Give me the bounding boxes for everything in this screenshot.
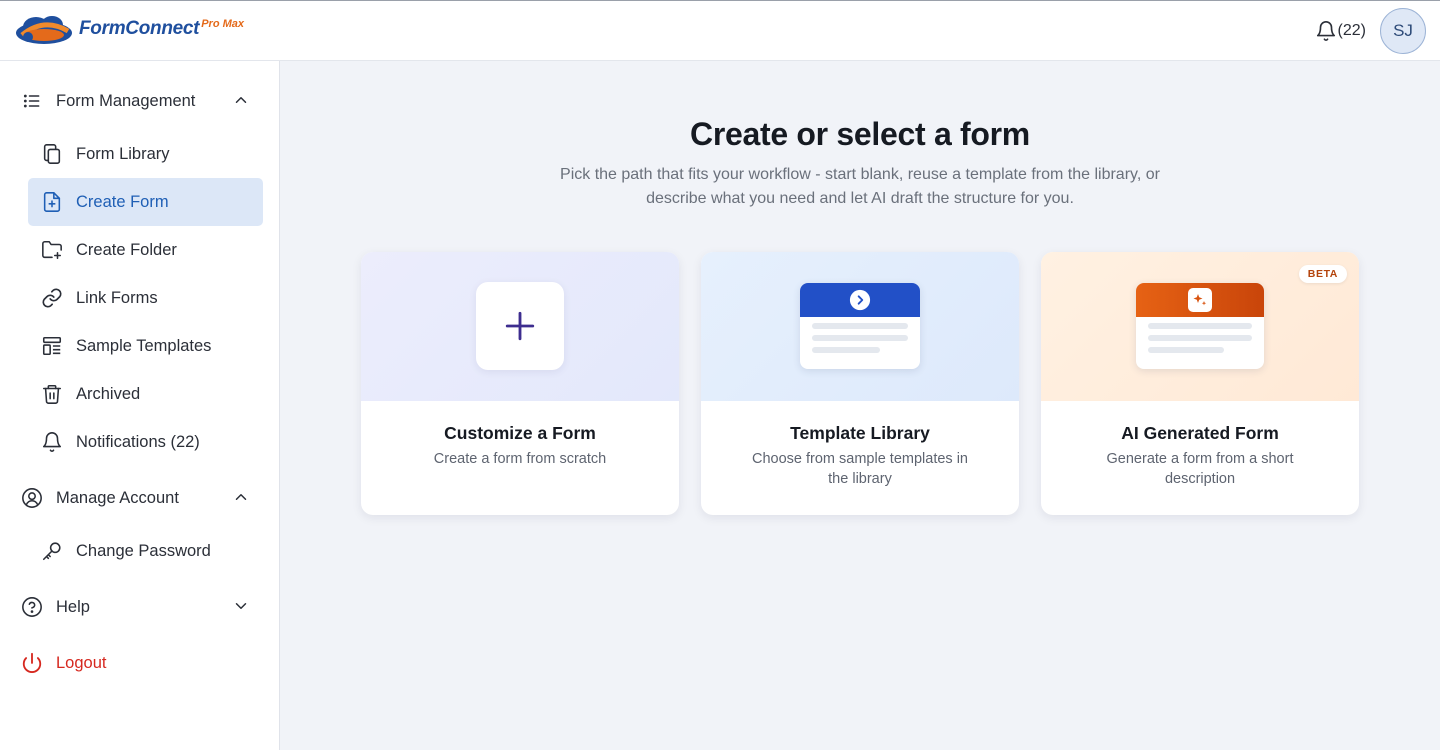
copy-icon [40,142,64,166]
card-description: Create a form from scratch [433,451,607,467]
page-subtitle: Pick the path that fits your workflow - … [560,166,1160,207]
ai-preview [1136,283,1264,369]
card-title: AI Generated Form [1121,423,1279,443]
section-label: Manage Account [56,488,179,507]
card-description: Choose from sample templates in the libr… [752,451,968,487]
avatar[interactable]: SJ [1380,8,1426,54]
notifications-button[interactable]: (22) [1315,20,1366,42]
chevron-up-icon [232,91,250,114]
plus-tile [476,282,564,370]
section-label: Form Management [56,91,196,110]
card-ai-generated-form[interactable]: BETA AI Generated Form Generate a form f… [1041,252,1359,515]
card-title: Template Library [790,423,930,443]
card-illustration: BETA [1041,252,1359,401]
avatar-initials: SJ [1393,21,1413,40]
sidebar-item-sample-templates[interactable]: Sample Templates [28,322,263,370]
card-template-library[interactable]: Template Library Choose from sample temp… [701,252,1019,515]
trash-icon [40,382,64,406]
power-icon [20,651,44,675]
app-logo[interactable]: FormConnect Pro Max [14,13,244,45]
notification-count: (22) [1337,22,1366,39]
logo-subtext: Pro Max [201,18,244,30]
plus-icon [505,311,535,341]
sidebar: Form Management Form Library Create Form… [0,61,280,750]
template-icon [40,334,64,358]
sidebar-item-create-form[interactable]: Create Form [28,178,263,226]
sidebar-item-notifications[interactable]: Notifications (22) [28,418,263,466]
chevron-down-icon [232,597,250,620]
card-customize-form[interactable]: Customize a Form Create a form from scra… [361,252,679,515]
sidebar-item-archived[interactable]: Archived [28,370,263,418]
card-description: Generate a form from a short description [1106,451,1294,487]
page-title: Create or select a form [690,116,1030,152]
link-icon [40,286,64,310]
sidebar-item-label: Create Form [76,192,169,211]
card-illustration [701,252,1019,401]
top-header: FormConnect Pro Max (22) SJ [0,0,1440,61]
help-circle-icon [20,595,44,619]
section-help[interactable]: Help [20,589,260,625]
card-illustration [361,252,679,401]
sidebar-item-label: Create Folder [76,240,177,259]
sidebar-item-label: Link Forms [76,288,158,307]
section-form-management[interactable]: Form Management [20,83,260,119]
sidebar-item-label: Sample Templates [76,336,212,355]
key-icon [40,539,64,563]
section-label: Help [56,597,90,616]
sidebar-item-label: Archived [76,384,141,403]
chevron-up-icon [232,488,250,511]
sidebar-item-label: Notifications (22) [76,432,200,451]
sidebar-item-link-forms[interactable]: Link Forms [28,274,263,322]
sidebar-item-label: Form Library [76,144,170,163]
template-preview [800,283,920,369]
logo-text: FormConnect [79,18,200,39]
section-manage-account[interactable]: Manage Account [20,480,260,516]
sidebar-item-form-library[interactable]: Form Library [28,130,263,178]
bell-icon [1316,21,1335,41]
chevron-right-circle-icon [849,289,871,311]
list-icon [20,89,44,113]
folder-plus-icon [40,238,64,262]
beta-badge: BETA [1298,265,1347,283]
bell-icon [40,430,64,454]
user-circle-icon [20,486,44,510]
cloud-logo-icon [16,16,72,44]
card-title: Customize a Form [444,423,596,443]
sidebar-item-label: Change Password [76,541,211,560]
file-plus-icon [40,190,64,214]
sidebar-item-create-folder[interactable]: Create Folder [28,226,263,274]
logout-button[interactable]: Logout [20,645,260,681]
sparkle-icon [1188,288,1212,312]
logout-label: Logout [56,653,107,672]
sidebar-item-change-password[interactable]: Change Password [28,527,263,575]
